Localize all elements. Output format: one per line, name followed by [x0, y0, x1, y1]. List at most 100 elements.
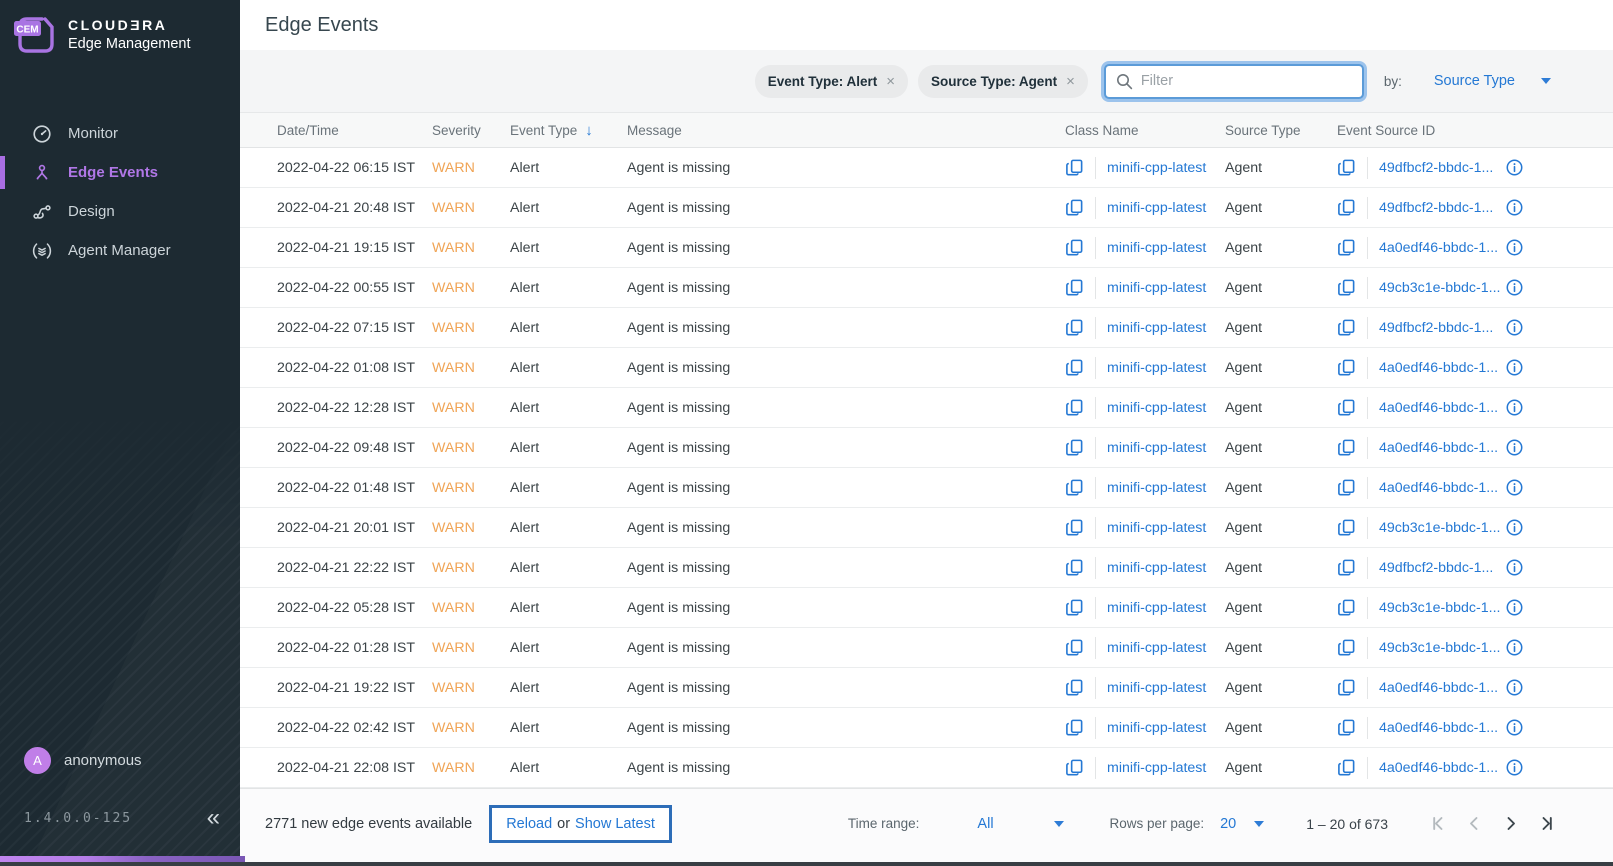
event-source-id-link[interactable]: 49dfbcf2-bbdc-1...: [1379, 560, 1493, 576]
copy-class-name-icon[interactable]: [1065, 518, 1084, 537]
event-info-icon[interactable]: [1505, 558, 1547, 577]
copy-event-source-id-icon[interactable]: [1337, 358, 1356, 377]
event-info-icon[interactable]: [1505, 758, 1547, 777]
next-page-icon[interactable]: [1502, 815, 1519, 832]
event-info-icon[interactable]: [1505, 318, 1547, 337]
event-source-id-link[interactable]: 4a0edf46-bbdc-1...: [1379, 480, 1498, 496]
class-name-link[interactable]: minifi-cpp-latest: [1107, 600, 1206, 616]
class-name-link[interactable]: minifi-cpp-latest: [1107, 160, 1206, 176]
sort-desc-icon[interactable]: ↓: [585, 122, 593, 139]
show-latest-link[interactable]: Show Latest: [575, 816, 655, 832]
previous-page-icon[interactable]: [1466, 815, 1483, 832]
event-info-icon[interactable]: [1505, 638, 1547, 657]
event-source-id-link[interactable]: 49dfbcf2-bbdc-1...: [1379, 160, 1493, 176]
time-range-select[interactable]: All: [977, 816, 1064, 832]
copy-event-source-id-icon[interactable]: [1337, 638, 1356, 657]
copy-event-source-id-icon[interactable]: [1337, 518, 1356, 537]
chip-close-icon[interactable]: ×: [1066, 73, 1075, 90]
collapse-sidebar-icon[interactable]: «: [207, 806, 220, 830]
event-info-icon[interactable]: [1505, 198, 1547, 217]
class-name-link[interactable]: minifi-cpp-latest: [1107, 400, 1206, 416]
event-source-id-link[interactable]: 49dfbcf2-bbdc-1...: [1379, 320, 1493, 336]
class-name-link[interactable]: minifi-cpp-latest: [1107, 280, 1206, 296]
copy-class-name-icon[interactable]: [1065, 678, 1084, 697]
class-name-link[interactable]: minifi-cpp-latest: [1107, 520, 1206, 536]
event-source-id-link[interactable]: 4a0edf46-bbdc-1...: [1379, 720, 1498, 736]
event-info-icon[interactable]: [1505, 358, 1547, 377]
event-source-id-link[interactable]: 4a0edf46-bbdc-1...: [1379, 360, 1498, 376]
copy-class-name-icon[interactable]: [1065, 158, 1084, 177]
copy-class-name-icon[interactable]: [1065, 198, 1084, 217]
copy-event-source-id-icon[interactable]: [1337, 678, 1356, 697]
class-name-link[interactable]: minifi-cpp-latest: [1107, 640, 1206, 656]
copy-event-source-id-icon[interactable]: [1337, 478, 1356, 497]
sidebar-item-edge-events[interactable]: Edge Events: [0, 153, 240, 192]
event-info-icon[interactable]: [1505, 158, 1547, 177]
sidebar-item-monitor[interactable]: Monitor: [0, 114, 240, 153]
event-source-id-link[interactable]: 4a0edf46-bbdc-1...: [1379, 760, 1498, 776]
class-name-link[interactable]: minifi-cpp-latest: [1107, 440, 1206, 456]
event-source-id-link[interactable]: 49dfbcf2-bbdc-1...: [1379, 200, 1493, 216]
copy-event-source-id-icon[interactable]: [1337, 758, 1356, 777]
copy-class-name-icon[interactable]: [1065, 438, 1084, 457]
last-page-icon[interactable]: [1538, 815, 1555, 832]
sidebar-item-agent-manager[interactable]: Agent Manager: [0, 231, 240, 270]
copy-event-source-id-icon[interactable]: [1337, 278, 1356, 297]
copy-event-source-id-icon[interactable]: [1337, 438, 1356, 457]
col-severity[interactable]: Severity: [432, 123, 510, 138]
event-info-icon[interactable]: [1505, 278, 1547, 297]
event-info-icon[interactable]: [1505, 398, 1547, 417]
copy-event-source-id-icon[interactable]: [1337, 158, 1356, 177]
copy-event-source-id-icon[interactable]: [1337, 238, 1356, 257]
class-name-link[interactable]: minifi-cpp-latest: [1107, 240, 1206, 256]
event-info-icon[interactable]: [1505, 718, 1547, 737]
col-class-name[interactable]: Class Name: [1065, 123, 1225, 138]
event-source-id-link[interactable]: 49cb3c1e-bbdc-1...: [1379, 640, 1500, 656]
event-source-id-link[interactable]: 4a0edf46-bbdc-1...: [1379, 680, 1498, 696]
event-source-id-link[interactable]: 4a0edf46-bbdc-1...: [1379, 400, 1498, 416]
class-name-link[interactable]: minifi-cpp-latest: [1107, 760, 1206, 776]
event-info-icon[interactable]: [1505, 438, 1547, 457]
filter-input[interactable]: [1140, 73, 1352, 89]
col-datetime[interactable]: Date/Time: [277, 123, 432, 138]
event-info-icon[interactable]: [1505, 598, 1547, 617]
event-info-icon[interactable]: [1505, 238, 1547, 257]
class-name-link[interactable]: minifi-cpp-latest: [1107, 320, 1206, 336]
chip-close-icon[interactable]: ×: [886, 73, 895, 90]
user-row[interactable]: A anonymous: [0, 747, 240, 774]
event-info-icon[interactable]: [1505, 678, 1547, 697]
copy-class-name-icon[interactable]: [1065, 318, 1084, 337]
copy-class-name-icon[interactable]: [1065, 598, 1084, 617]
event-source-id-link[interactable]: 49cb3c1e-bbdc-1...: [1379, 280, 1500, 296]
col-event-source-id[interactable]: Event Source ID: [1337, 123, 1505, 138]
class-name-link[interactable]: minifi-cpp-latest: [1107, 720, 1206, 736]
copy-class-name-icon[interactable]: [1065, 718, 1084, 737]
copy-class-name-icon[interactable]: [1065, 478, 1084, 497]
class-name-link[interactable]: minifi-cpp-latest: [1107, 560, 1206, 576]
col-event-type[interactable]: Event Type ↓: [510, 122, 627, 139]
reload-link[interactable]: Reload: [506, 816, 552, 832]
copy-class-name-icon[interactable]: [1065, 398, 1084, 417]
first-page-icon[interactable]: [1430, 815, 1447, 832]
event-info-icon[interactable]: [1505, 478, 1547, 497]
copy-event-source-id-icon[interactable]: [1337, 198, 1356, 217]
col-source-type[interactable]: Source Type: [1225, 123, 1337, 138]
copy-event-source-id-icon[interactable]: [1337, 598, 1356, 617]
rows-per-page-select[interactable]: 20: [1220, 816, 1265, 832]
copy-class-name-icon[interactable]: [1065, 758, 1084, 777]
event-source-id-link[interactable]: 49cb3c1e-bbdc-1...: [1379, 600, 1500, 616]
event-source-id-link[interactable]: 4a0edf46-bbdc-1...: [1379, 240, 1498, 256]
copy-event-source-id-icon[interactable]: [1337, 318, 1356, 337]
sidebar-item-design[interactable]: Design: [0, 192, 240, 231]
event-info-icon[interactable]: [1505, 518, 1547, 537]
event-source-id-link[interactable]: 49cb3c1e-bbdc-1...: [1379, 520, 1500, 536]
copy-class-name-icon[interactable]: [1065, 558, 1084, 577]
copy-class-name-icon[interactable]: [1065, 358, 1084, 377]
copy-class-name-icon[interactable]: [1065, 638, 1084, 657]
event-source-id-link[interactable]: 4a0edf46-bbdc-1...: [1379, 440, 1498, 456]
class-name-link[interactable]: minifi-cpp-latest: [1107, 680, 1206, 696]
class-name-link[interactable]: minifi-cpp-latest: [1107, 360, 1206, 376]
copy-class-name-icon[interactable]: [1065, 278, 1084, 297]
copy-class-name-icon[interactable]: [1065, 238, 1084, 257]
class-name-link[interactable]: minifi-cpp-latest: [1107, 200, 1206, 216]
